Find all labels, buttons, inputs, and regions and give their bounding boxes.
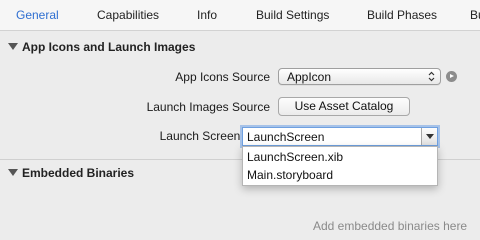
- launch-screen-dropdown: LaunchScreen.xib Main.storyboard: [242, 146, 438, 186]
- disclosure-triangle-icon[interactable]: [8, 43, 18, 50]
- tab-general[interactable]: General: [16, 8, 59, 22]
- dropdown-option-launchscreen-xib[interactable]: LaunchScreen.xib: [247, 148, 343, 166]
- tab-build-settings[interactable]: Build Settings: [256, 8, 329, 22]
- embedded-binaries-list: Add embedded binaries here: [0, 183, 480, 239]
- tab-capabilities[interactable]: Capabilities: [97, 8, 159, 22]
- section-title-app-icons: App Icons and Launch Images: [22, 40, 196, 54]
- launch-screen-file-value: LaunchScreen: [247, 130, 325, 144]
- app-icons-source-label: App Icons Source: [175, 70, 270, 84]
- embedded-binaries-hint: Add embedded binaries here: [313, 219, 468, 233]
- arrow-circle-icon[interactable]: [446, 71, 457, 82]
- tab-build-phases[interactable]: Build Phases: [367, 8, 437, 22]
- launch-images-source-label: Launch Images Source: [146, 100, 270, 114]
- tab-build-rules[interactable]: Bu: [470, 8, 480, 22]
- app-icons-source-value: AppIcon: [287, 70, 332, 84]
- general-content: App Icons and Launch Images App Icons So…: [0, 31, 480, 240]
- use-asset-catalog-button[interactable]: Use Asset Catalog: [278, 97, 410, 116]
- launch-screen-file-combo[interactable]: LaunchScreen: [242, 127, 438, 146]
- updown-chevron-icon: [428, 71, 435, 82]
- tab-bar: General Capabilities Info Build Settings…: [0, 0, 480, 31]
- chevron-down-icon[interactable]: [421, 128, 437, 145]
- dropdown-option-main-storyboard[interactable]: Main.storyboard: [247, 166, 333, 184]
- section-title-embedded-binaries: Embedded Binaries: [22, 166, 135, 180]
- disclosure-triangle-icon[interactable]: [8, 169, 18, 176]
- app-icons-source-popup[interactable]: AppIcon: [278, 68, 441, 85]
- launch-screen-file-label: Launch Screen File: [159, 129, 263, 143]
- tab-info[interactable]: Info: [197, 8, 217, 22]
